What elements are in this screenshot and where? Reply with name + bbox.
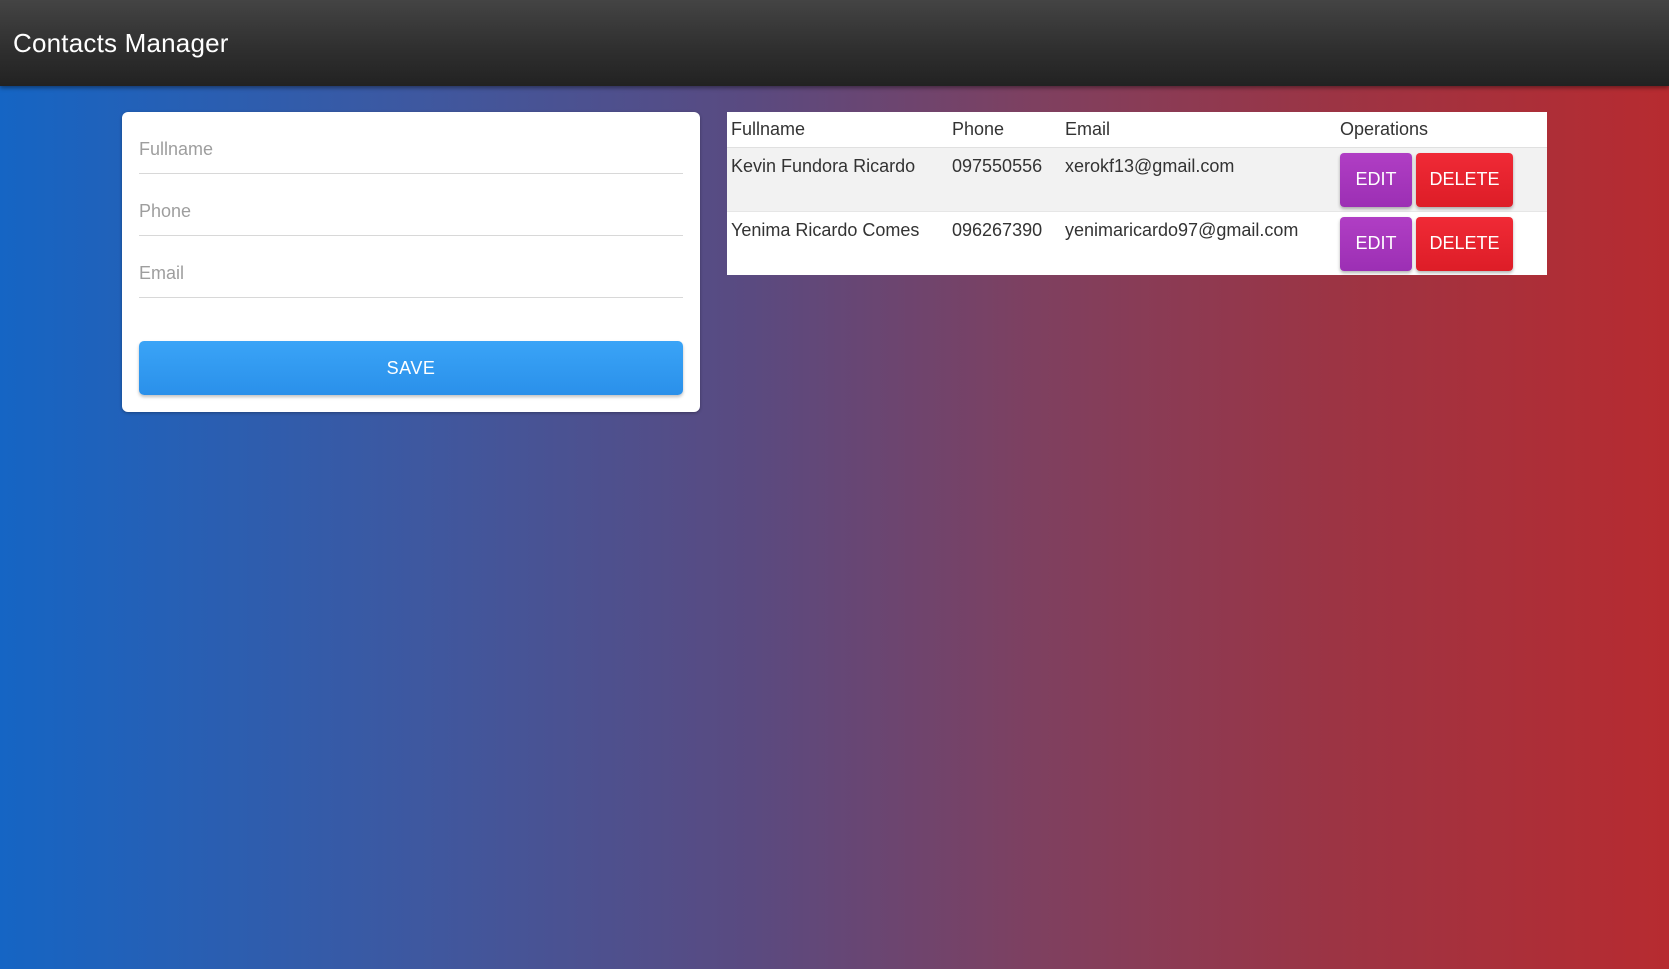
contacts-table-card: Fullname Phone Email Operations Kevin Fu… — [727, 112, 1547, 275]
cell-phone: 096267390 — [948, 211, 1061, 275]
table-row: Kevin Fundora Ricardo 097550556 xerokf13… — [727, 147, 1547, 212]
edit-button[interactable]: EDIT — [1340, 152, 1412, 207]
edit-button[interactable]: EDIT — [1340, 216, 1412, 271]
cell-operations: EDIT DELETE — [1336, 211, 1547, 275]
delete-button[interactable]: DELETE — [1416, 152, 1513, 207]
cell-email: yenimaricardo97@gmail.com — [1061, 211, 1336, 275]
fullname-input[interactable] — [139, 139, 683, 160]
contact-form: SAVE — [122, 112, 700, 412]
cell-email: xerokf13@gmail.com — [1061, 147, 1336, 212]
cell-operations: EDIT DELETE — [1336, 147, 1547, 212]
cell-phone: 097550556 — [948, 147, 1061, 212]
save-button[interactable]: SAVE — [139, 341, 683, 395]
header-phone: Phone — [948, 112, 1061, 148]
cell-fullname: Yenima Ricardo Comes — [727, 211, 948, 275]
email-input[interactable] — [139, 263, 683, 284]
header-email: Email — [1061, 112, 1336, 148]
app-header: Contacts Manager — [0, 0, 1669, 86]
phone-input[interactable] — [139, 201, 683, 222]
cell-fullname: Kevin Fundora Ricardo — [727, 147, 948, 212]
phone-field-wrapper — [139, 174, 683, 236]
fullname-field-wrapper — [139, 112, 683, 174]
table-header-row: Fullname Phone Email Operations — [727, 112, 1547, 148]
delete-button[interactable]: DELETE — [1416, 216, 1513, 271]
app-title: Contacts Manager — [13, 27, 229, 58]
header-operations: Operations — [1336, 112, 1547, 148]
header-fullname: Fullname — [727, 112, 948, 148]
email-field-wrapper — [139, 236, 683, 298]
contacts-table: Fullname Phone Email Operations Kevin Fu… — [727, 112, 1547, 275]
table-row: Yenima Ricardo Comes 096267390 yenimaric… — [727, 211, 1547, 275]
